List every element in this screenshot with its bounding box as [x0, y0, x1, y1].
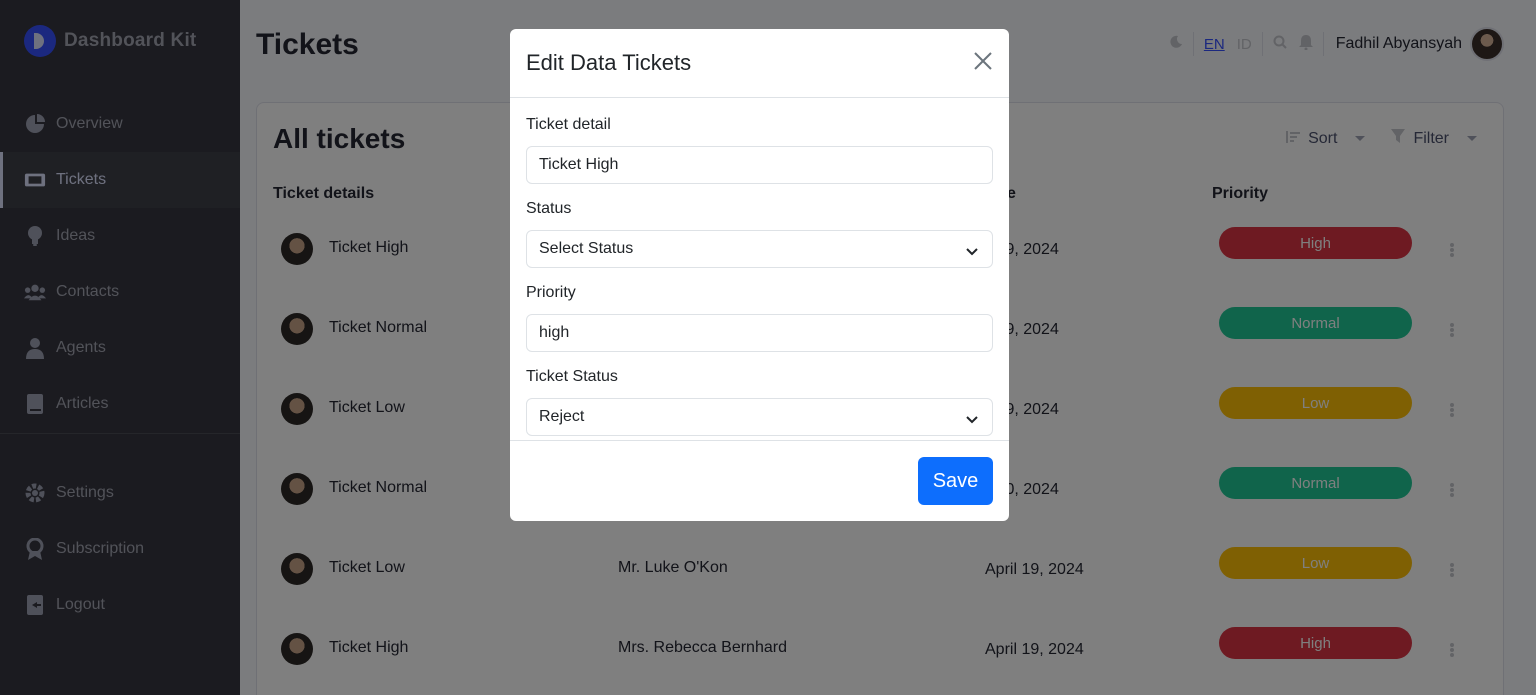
- edit-ticket-modal: Edit Data Tickets Ticket detail Ticket H…: [510, 29, 1009, 521]
- save-button[interactable]: Save: [918, 457, 993, 505]
- close-icon[interactable]: [973, 51, 995, 73]
- modal-title: Edit Data Tickets: [526, 50, 692, 75]
- priority-label: Priority: [526, 284, 576, 301]
- modal-header: Edit Data Tickets: [510, 29, 1009, 98]
- ticket-status-select-value: Reject: [539, 408, 585, 425]
- ticket-status-label: Ticket Status: [526, 368, 618, 385]
- status-label: Status: [526, 200, 572, 217]
- status-select-value: Select Status: [539, 240, 634, 257]
- modal-footer: Save: [510, 440, 1009, 521]
- chevron-down-icon: [966, 411, 978, 429]
- modal-body: Ticket detail Ticket High Status Select …: [526, 116, 993, 452]
- priority-input[interactable]: high: [526, 314, 993, 352]
- ticket-status-select[interactable]: Reject: [526, 398, 993, 436]
- chevron-down-icon: [966, 243, 978, 261]
- ticket-detail-input[interactable]: Ticket High: [526, 146, 993, 184]
- ticket-detail-label: Ticket detail: [526, 116, 611, 133]
- status-select[interactable]: Select Status: [526, 230, 993, 268]
